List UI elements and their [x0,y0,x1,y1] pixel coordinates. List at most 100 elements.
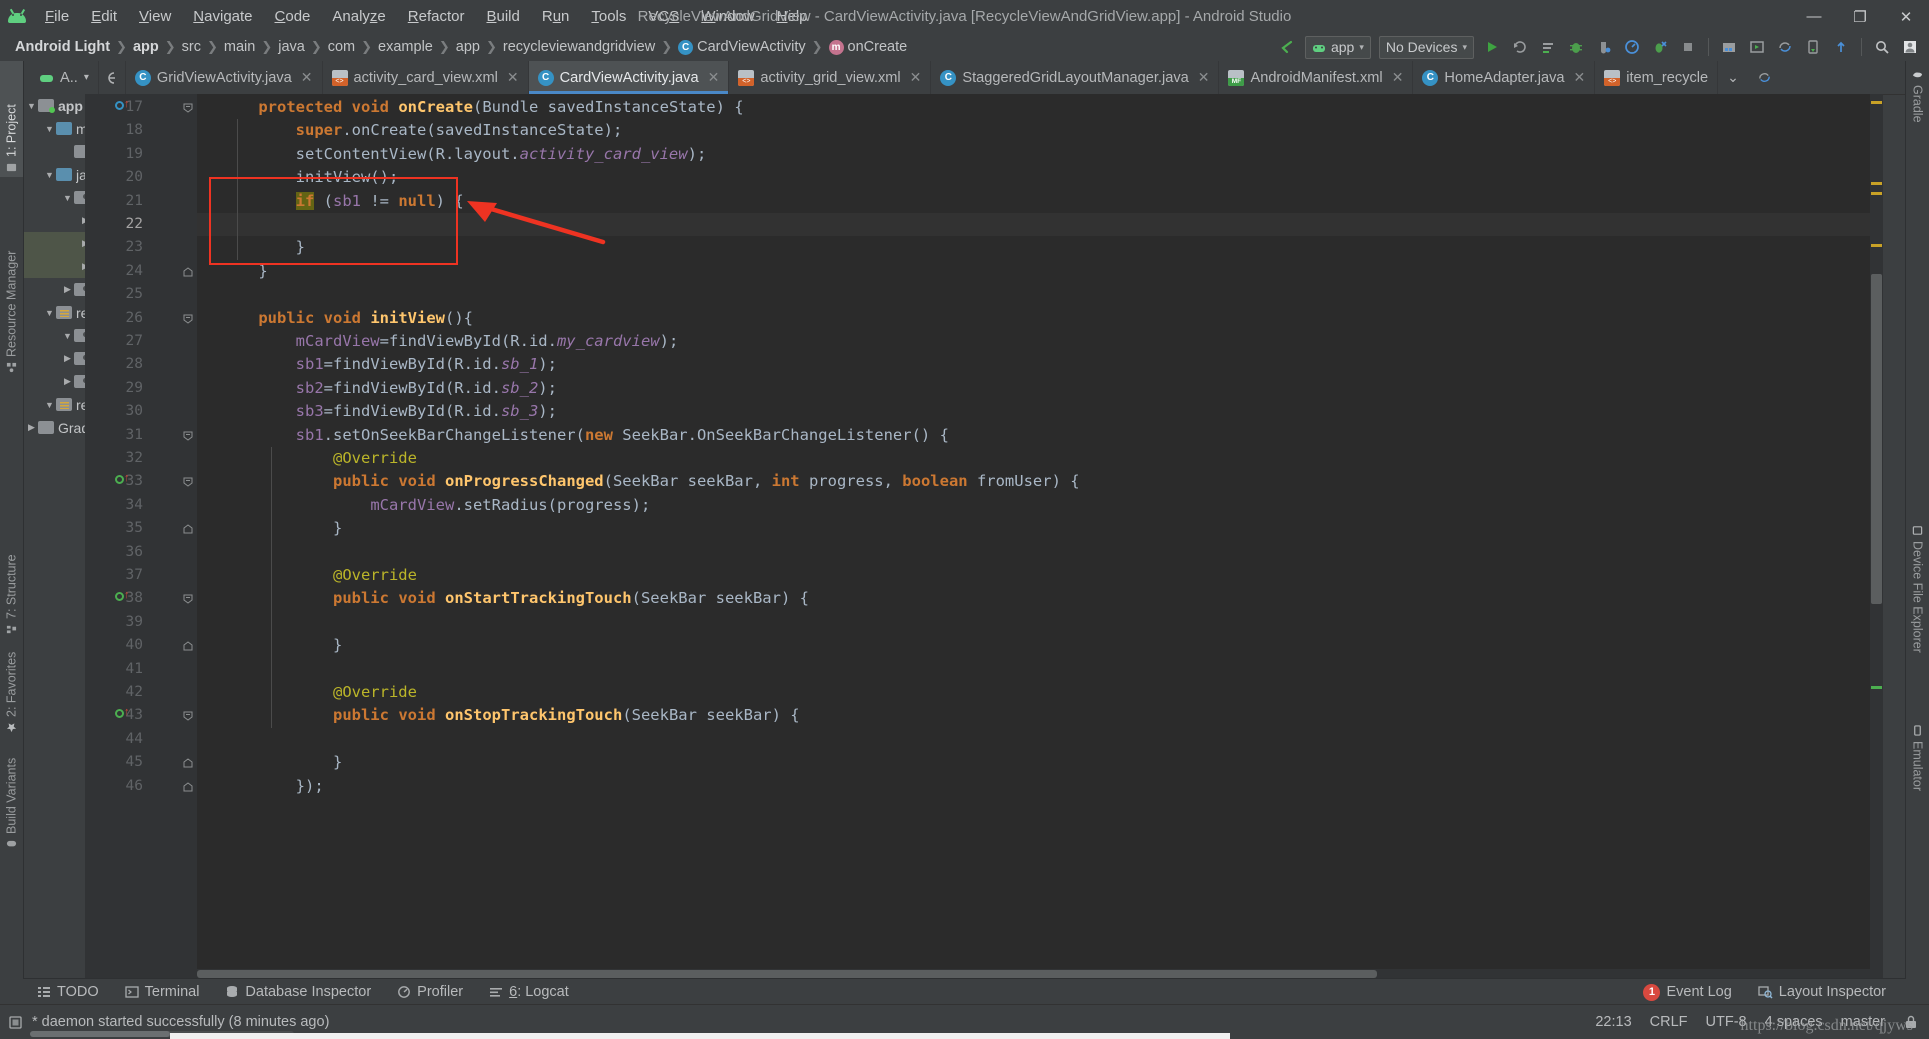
editor-tab-staggeredgridlayoutmanager-java[interactable]: C StaggeredGridLayoutManager.java ✕ [931,61,1220,94]
search-icon[interactable] [1869,36,1895,58]
sidebar-item-resource-manager[interactable]: Resource Manager [0,179,23,377]
code-fold-toggle[interactable] [183,711,193,722]
rerun-icon[interactable] [1507,36,1533,58]
menu-item-tools[interactable]: Tools [580,5,637,28]
project-tree-node[interactable]: ▶ [23,255,85,278]
breadcrumb-item-app[interactable]: app [451,38,485,56]
close-icon[interactable]: ✕ [1392,69,1404,86]
code-line[interactable]: @Override [197,447,417,470]
breadcrumb-item-example[interactable]: example [373,38,438,56]
implements-marker-icon[interactable]: ↑ [115,99,130,114]
tool-window-database-inspector[interactable]: Database Inspector [212,984,384,1000]
menu-item-vcs[interactable]: VCS [637,5,690,28]
project-tool-window[interactable]: ▼app▼ma▼jav▼▶▶▶▶jav▼res▼▶▶▼res▶Gradl [23,94,86,979]
code-line[interactable] [197,283,221,306]
menu-item-help[interactable]: Help [766,5,819,28]
code-line[interactable]: } [197,751,342,774]
project-tree-node[interactable]: ▶ Gradl [23,416,85,439]
code-line[interactable]: } [197,260,267,283]
tool-window-profiler[interactable]: Profiler [384,984,476,1000]
code-line[interactable]: sb1.setOnSeekBarChangeListener(new SeekB… [197,424,949,447]
tool-window-6-logcat[interactable]: 6: Logcat [476,984,582,1000]
project-tree-node[interactable]: ▼ jav [23,163,85,186]
tool-window-terminal[interactable]: Terminal [112,984,213,1000]
chevron-down-icon[interactable]: ▼ [61,331,74,341]
chevron-down-icon[interactable]: ▼ [25,101,38,111]
stop-icon[interactable] [1675,36,1701,58]
device-selector[interactable]: No Devices ▾ [1378,35,1474,59]
editor-tab-activity-card-view-xml[interactable]: activity_card_view.xml ✕ [323,61,529,94]
chevron-right-icon[interactable]: ▶ [61,376,74,387]
tool-window-todo[interactable]: TODO [24,984,112,1000]
editor-horizontal-scrollbar-thumb[interactable] [197,970,1377,978]
chevron-right-icon[interactable]: ▶ [25,422,38,433]
chevron-right-icon[interactable]: ▶ [61,284,74,295]
editor-marker-bar[interactable] [1870,94,1883,979]
project-tree-node[interactable]: ▼ res [23,301,85,324]
tab-overflow-button[interactable]: ⌄ [1718,61,1748,94]
app-module-selector[interactable]: A.. ▾ [30,61,99,94]
code-line[interactable] [197,658,221,681]
project-tree-node[interactable]: ▶ [23,209,85,232]
run-configuration-selector[interactable]: app ▾ [1304,35,1371,59]
attach-debugger-icon[interactable] [1591,36,1617,58]
code-line[interactable]: }); [197,775,324,798]
code-line[interactable]: setContentView(R.layout.activity_card_vi… [197,143,707,166]
breadcrumb-item-main[interactable]: main [219,38,260,56]
code-line[interactable]: @Override [197,564,417,587]
code-line[interactable]: sb3=findViewById(R.id.sb_3); [197,400,557,423]
breadcrumb-item-com[interactable]: com [323,38,360,56]
code-line[interactable]: public void onStopTrackingTouch(SeekBar … [197,704,800,727]
project-tree-node[interactable]: ▼ ma [23,117,85,140]
breadcrumb-item-oncreate[interactable]: m onCreate [824,38,913,56]
project-tree-node[interactable]: ▼ [23,324,85,347]
breadcrumb-item-recycleviewandgridview[interactable]: recycleviewandgridview [498,38,660,56]
tool-window-event-log[interactable]: 1 Event Log [1630,983,1744,1001]
project-tree-node[interactable]: ▼ res [23,393,85,416]
menu-item-code[interactable]: Code [264,5,322,28]
code-content[interactable]: protected void onCreate(Bundle savedInst… [197,94,1883,979]
sync-gradle-icon[interactable] [1772,36,1798,58]
avd-manager-icon[interactable] [1744,36,1770,58]
user-avatar-icon[interactable] [1897,36,1923,58]
chevron-right-icon[interactable]: ▶ [61,353,74,364]
override-marker-icon[interactable]: ↑ [115,590,130,605]
fold-gutter[interactable] [175,94,197,979]
maximize-button[interactable]: ❐ [1837,0,1883,33]
menu-item-view[interactable]: View [128,5,182,28]
memory-indicator-icon[interactable] [8,1015,23,1030]
debug-icon[interactable] [1563,36,1589,58]
editor-tab-gridviewactivity-java[interactable]: C GridViewActivity.java ✕ [126,61,323,94]
project-tree-node[interactable]: ▶ [23,347,85,370]
code-fold-toggle[interactable] [183,781,193,792]
breadcrumb-item-android-light[interactable]: Android Light [10,38,115,56]
sidebar-item-gradle[interactable]: Gradle [1906,65,1929,173]
code-line[interactable]: } [197,236,305,259]
editor-tab-androidmanifest-xml[interactable]: AndroidManifest.xml ✕ [1219,61,1414,94]
status-line-separator[interactable]: CRLF [1650,1014,1688,1030]
back-arrow-icon[interactable] [1274,36,1300,58]
editor-tab-homeadapter-java[interactable]: C HomeAdapter.java ✕ [1413,61,1596,94]
close-icon[interactable]: ✕ [708,69,720,86]
breadcrumb-item-java[interactable]: java [273,38,310,56]
editor-tab-item-recycle[interactable]: item_recycle [1595,61,1719,94]
menu-item-file[interactable]: File [34,5,80,28]
code-line[interactable]: super.onCreate(savedInstanceState); [197,119,623,142]
code-line[interactable] [197,213,296,236]
breadcrumb-item-app[interactable]: app [128,38,164,56]
override-marker-icon[interactable]: ↑ [115,707,130,722]
close-icon[interactable]: ✕ [1198,69,1210,86]
apply-code-changes-icon[interactable] [1647,36,1673,58]
code-editor[interactable]: protected void onCreate(Bundle savedInst… [85,94,1883,979]
menu-item-run[interactable]: Run [531,5,581,28]
breadcrumb-item-cardviewactivity[interactable]: C CardViewActivity [673,38,811,56]
close-button[interactable]: ✕ [1883,0,1929,33]
code-fold-toggle[interactable] [183,314,193,324]
tabbar-sync-icon[interactable] [1748,61,1781,94]
sidebar-item-device-file-explorer[interactable]: Device File Explorer [1906,521,1929,707]
code-fold-toggle[interactable] [183,594,193,605]
close-icon[interactable]: ✕ [1574,69,1586,86]
editor-vertical-scrollbar-thumb[interactable] [1871,274,1882,604]
code-line[interactable]: protected void onCreate(Bundle savedInst… [197,96,743,119]
upload-icon[interactable] [1828,36,1854,58]
